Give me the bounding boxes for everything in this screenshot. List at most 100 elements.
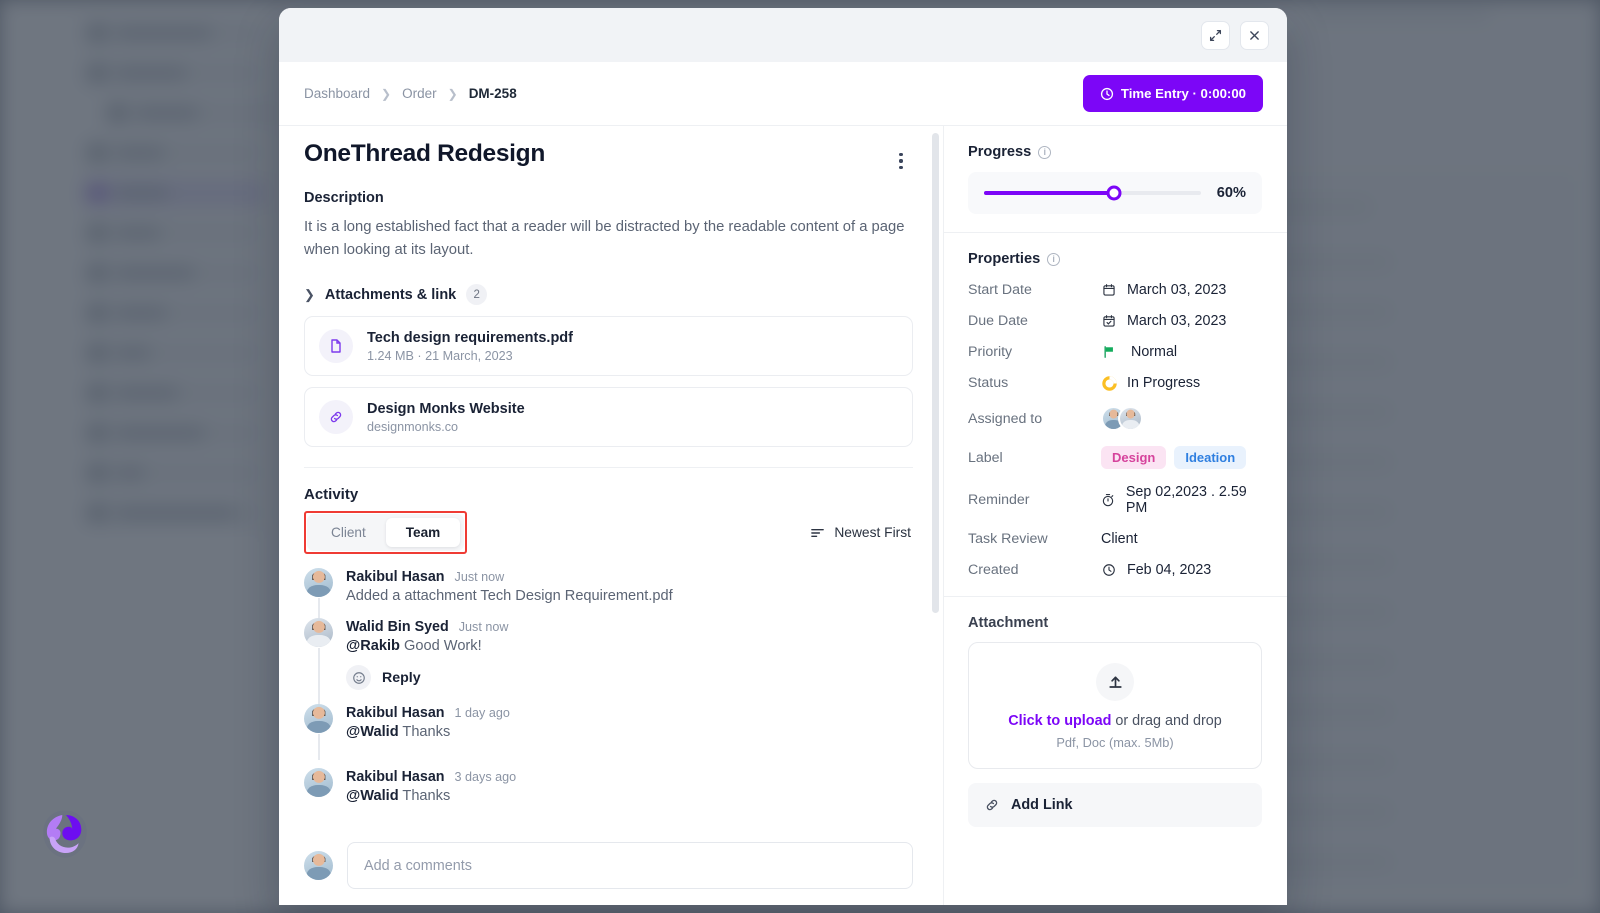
time-entry-button[interactable]: Time Entry · 0:00:00	[1083, 75, 1263, 112]
property-key: Due Date	[968, 313, 1101, 329]
avatar	[304, 768, 333, 797]
breadcrumb-item-order[interactable]: Order	[402, 86, 437, 101]
activity-time: 1 day ago	[455, 706, 510, 720]
property-value: In Progress	[1127, 375, 1200, 391]
avatar	[304, 704, 333, 733]
progress-slider[interactable]	[984, 191, 1201, 195]
properties-section: Properties i Start Date March 03, 2023	[944, 233, 1287, 597]
property-key: Start Date	[968, 282, 1101, 298]
progress-knob[interactable]	[1107, 186, 1122, 201]
activity-time: Just now	[455, 570, 505, 584]
property-reminder: Reminder Sep 02,2023 . 2.59 PM	[968, 484, 1262, 516]
attachment-item-link[interactable]: Design Monks Website designmonks.co	[304, 387, 913, 447]
link-icon	[319, 400, 353, 434]
onethread-logo-icon	[36, 805, 94, 863]
activity-text: Thanks	[402, 724, 450, 740]
sort-label: Newest First	[834, 525, 911, 540]
tab-client[interactable]: Client	[311, 518, 386, 547]
avatar[interactable]	[1118, 406, 1143, 431]
progress-label: Progress	[968, 144, 1031, 160]
upload-link[interactable]: Click to upload	[1008, 713, 1111, 729]
task-properties-column: Progress i 60% Properties i Star	[944, 126, 1287, 905]
reply-button[interactable]: Reply	[382, 670, 421, 686]
clock-icon	[1101, 563, 1117, 577]
close-icon[interactable]	[1240, 21, 1269, 50]
attachments-section-header[interactable]: ❯ Attachments & link 2	[304, 284, 913, 305]
status-badge[interactable]: Ideation	[1174, 446, 1246, 469]
assignee-avatars[interactable]	[1101, 406, 1143, 431]
file-icon	[319, 329, 353, 363]
avatar	[304, 851, 333, 880]
breadcrumb-item-dashboard[interactable]: Dashboard	[304, 86, 370, 101]
property-created: Created Feb 04, 2023	[968, 562, 1262, 578]
sort-control[interactable]: Newest First	[810, 525, 913, 540]
activity-time: Just now	[459, 620, 509, 634]
attachment-panel-title: Attachment	[968, 615, 1262, 631]
activity-author: Rakibul Hasan	[346, 769, 445, 785]
upload-icon	[1096, 663, 1134, 701]
activity-mention: @Walid	[346, 724, 399, 740]
expand-icon[interactable]	[1201, 21, 1230, 50]
vertical-scrollbar[interactable]	[932, 133, 939, 613]
activity-author: Walid Bin Syed	[346, 619, 449, 635]
info-icon[interactable]: i	[1038, 146, 1051, 159]
activity-item: Rakibul Hasan 3 days ago @Walid Thanks	[304, 754, 913, 818]
activity-author: Rakibul Hasan	[346, 569, 445, 585]
activity-title: Activity	[304, 486, 913, 503]
property-priority: Priority Normal	[968, 344, 1262, 360]
progress-value: 60%	[1217, 185, 1246, 201]
page-title: OneThread Redesign	[304, 140, 545, 168]
property-task-review: Task Review Client	[968, 531, 1262, 547]
activity-audience-toggle: Client Team	[307, 514, 464, 551]
activity-time: 3 days ago	[455, 770, 517, 784]
activity-mention: @Rakib	[346, 638, 400, 654]
progress-fill	[984, 191, 1114, 195]
property-key: Assigned to	[968, 411, 1101, 427]
attachment-item-file[interactable]: Tech design requirements.pdf 1.24 MB · 2…	[304, 316, 913, 376]
avatar	[304, 618, 333, 647]
property-status: Status In Progress	[968, 375, 1262, 391]
info-icon[interactable]: i	[1047, 253, 1060, 266]
comment-bar	[279, 828, 943, 905]
property-value: Client	[1101, 531, 1138, 547]
sort-icon	[810, 527, 825, 539]
property-key: Created	[968, 562, 1101, 578]
task-main-column: OneThread Redesign Description It is a l…	[279, 126, 944, 905]
breadcrumb: Dashboard ❯ Order ❯ DM-258	[304, 86, 517, 101]
add-link-button[interactable]: Add Link	[968, 783, 1262, 827]
section-divider	[304, 467, 913, 468]
status-badge[interactable]: Design	[1101, 446, 1166, 469]
upload-rest-text: or drag and drop	[1111, 713, 1221, 729]
emoji-icon[interactable]	[346, 665, 371, 690]
activity-item: Rakibul Hasan Just now Added a attachmen…	[304, 568, 913, 618]
attachments-title: Attachments & link	[325, 287, 456, 303]
tab-team[interactable]: Team	[386, 518, 461, 547]
activity-item: Walid Bin Syed Just now @Rakib Good Work…	[304, 618, 913, 704]
property-due-date: Due Date March 03, 2023	[968, 313, 1262, 329]
activity-item: Rakibul Hasan 1 day ago @Walid Thanks	[304, 704, 913, 754]
activity-text: Good Work!	[404, 638, 482, 654]
description-label: Description	[304, 190, 913, 206]
description-text: It is a long established fact that a rea…	[304, 216, 913, 262]
property-assigned-to: Assigned to	[968, 406, 1262, 431]
properties-label: Properties	[968, 251, 1040, 267]
activity-audience-toggle-wrapper: Client Team	[304, 511, 467, 554]
attachments-count: 2	[466, 284, 487, 305]
chevron-right-icon: ❯	[304, 287, 315, 303]
breadcrumb-separator: ❯	[381, 87, 391, 101]
property-label: Label Design Ideation	[968, 446, 1262, 469]
calendar-icon	[1101, 283, 1117, 297]
activity-author: Rakibul Hasan	[346, 705, 445, 721]
kebab-menu-icon[interactable]	[889, 148, 913, 174]
comment-input[interactable]	[347, 842, 913, 889]
modal-topbar	[279, 8, 1287, 62]
reply-row: Reply	[346, 665, 913, 690]
upload-dropzone[interactable]: Click to upload or drag and drop Pdf, Do…	[968, 642, 1262, 769]
link-icon	[984, 797, 1000, 813]
breadcrumb-bar: Dashboard ❯ Order ❯ DM-258 Time Entry · …	[279, 62, 1287, 126]
add-link-label: Add Link	[1011, 797, 1073, 813]
activity-mention: @Walid	[346, 788, 399, 804]
property-key: Reminder	[968, 492, 1101, 508]
property-key: Label	[968, 450, 1101, 466]
attachment-meta: designmonks.co	[367, 420, 525, 434]
